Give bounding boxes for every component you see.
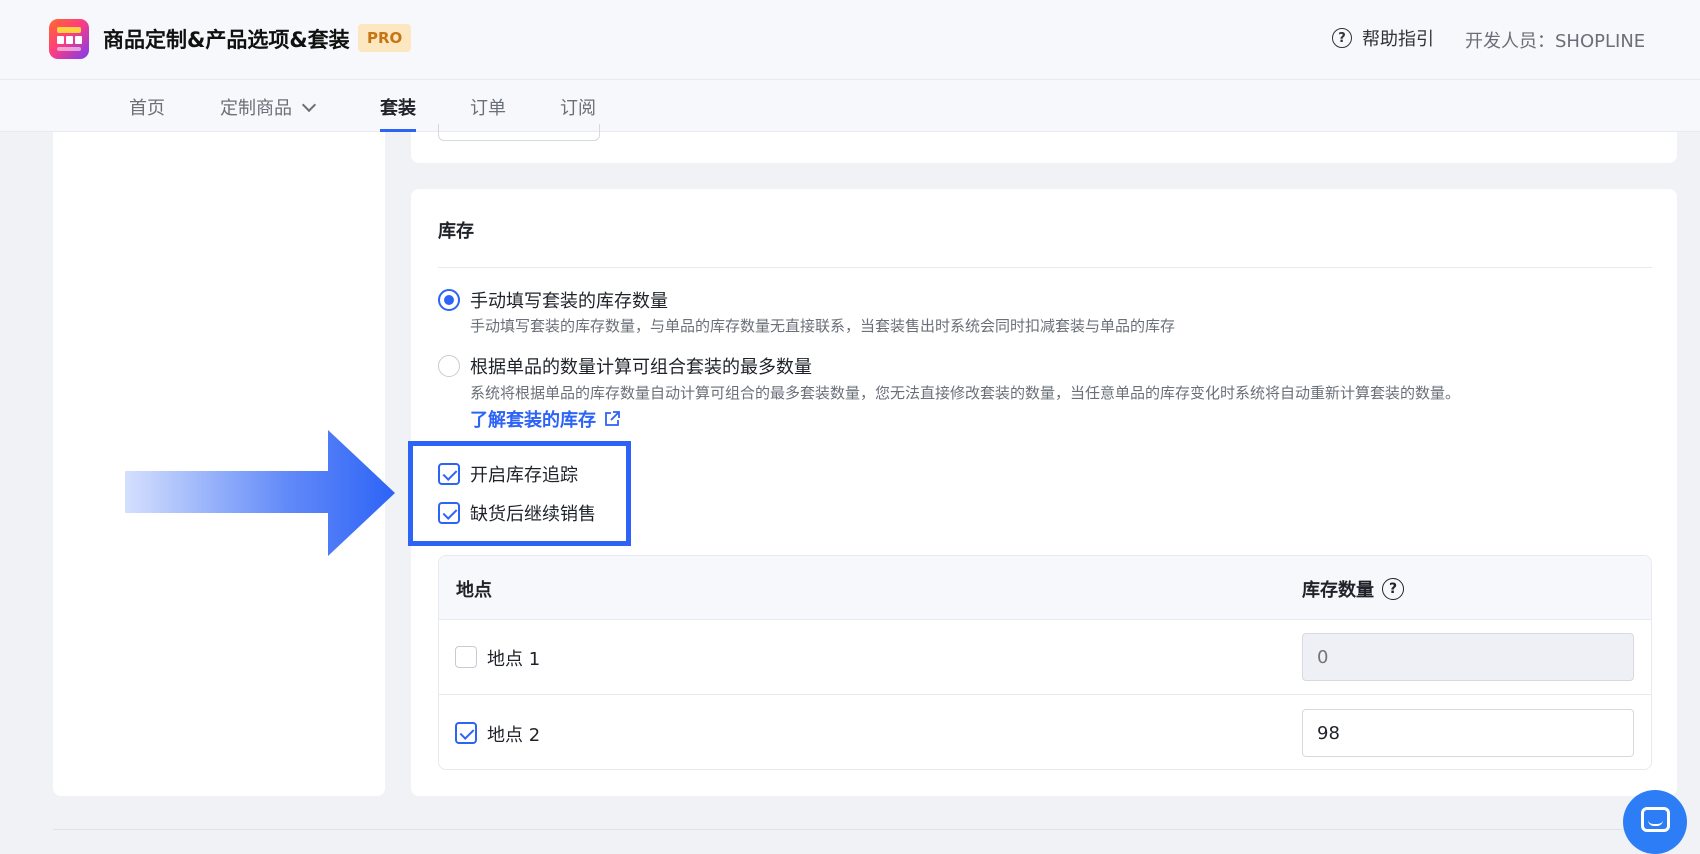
- inventory-title: 库存: [438, 221, 474, 242]
- pointer-arrow-icon: [125, 430, 395, 556]
- location-1-checkbox[interactable]: [455, 646, 477, 668]
- location-2-quantity-input[interactable]: [1302, 709, 1634, 757]
- app-header: 商品定制&产品选项&套装 PRO ? 帮助指引 开发人员：SHOPLINE: [0, 0, 1700, 80]
- chat-support-button[interactable]: [1623, 790, 1687, 854]
- col-location: 地点: [456, 580, 492, 601]
- help-label: 帮助指引: [1362, 29, 1434, 50]
- app-logo-icon: [49, 19, 89, 59]
- bottom-divider: [53, 829, 1677, 830]
- tab-bundles[interactable]: 套装: [380, 94, 416, 132]
- col-quantity: 库存数量 ?: [1302, 576, 1404, 602]
- previous-field[interactable]: [438, 124, 600, 141]
- location-2-checkbox[interactable]: [455, 722, 477, 744]
- manual-inventory-desc: 手动填写套装的库存数量，与单品的库存数量无直接联系，当套装售出时系统会同时扣减套…: [470, 317, 1176, 335]
- learn-link-label: 了解套装的库存: [470, 410, 596, 431]
- chevron-down-icon: [301, 97, 317, 113]
- auto-inventory-radio[interactable]: [438, 355, 460, 377]
- manual-inventory-label: 手动填写套装的库存数量: [470, 291, 668, 312]
- highlight-annotation-box: [408, 441, 631, 546]
- tab-home[interactable]: 首页: [129, 94, 165, 132]
- manual-inventory-radio[interactable]: [438, 289, 460, 311]
- location-name: 地点 1: [487, 649, 541, 670]
- table-row: 地点 2: [439, 696, 1651, 769]
- tab-custom-products[interactable]: 定制商品: [220, 94, 317, 132]
- external-link-icon: [605, 411, 620, 426]
- help-icon[interactable]: ?: [1382, 578, 1404, 600]
- app-title: 商品定制&产品选项&套装: [103, 28, 350, 52]
- tab-custom-products-label: 定制商品: [220, 98, 292, 119]
- section-divider: [438, 267, 1652, 268]
- auto-inventory-desc: 系统将根据单品的库存数量自动计算可组合的最多套装数量，您无法直接修改套装的数量，…: [470, 384, 1461, 402]
- location-1-quantity-input[interactable]: [1302, 633, 1634, 681]
- table-header: 地点 库存数量 ?: [439, 556, 1651, 620]
- main-nav: 首页 定制商品 套装 订单 订阅: [0, 80, 1700, 132]
- auto-inventory-label: 根据单品的数量计算可组合套装的最多数量: [470, 357, 812, 378]
- learn-bundle-inventory-link[interactable]: 了解套装的库存: [470, 406, 620, 432]
- location-table: 地点 库存数量 ? 地点 1 地点 2: [438, 555, 1652, 770]
- help-icon: ?: [1332, 28, 1352, 48]
- location-name: 地点 2: [487, 725, 541, 746]
- col-quantity-label: 库存数量: [1302, 580, 1374, 601]
- table-row: 地点 1: [439, 620, 1651, 695]
- previous-section-card: [411, 124, 1677, 163]
- pro-badge: PRO: [358, 24, 412, 52]
- developer-info: 开发人员：SHOPLINE: [1465, 31, 1646, 52]
- help-guide-button[interactable]: ? 帮助指引: [1332, 25, 1434, 51]
